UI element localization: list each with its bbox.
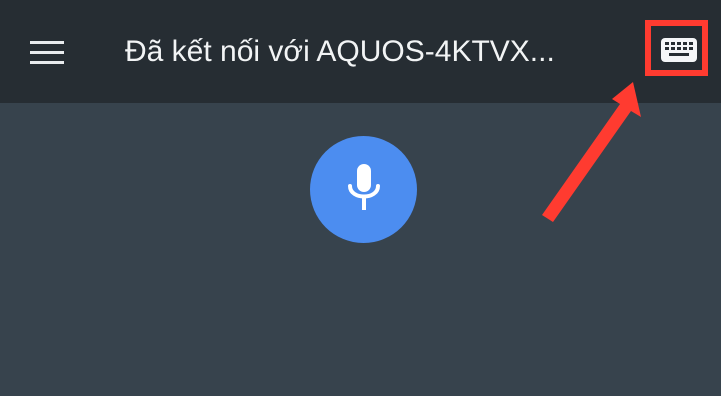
menu-icon <box>30 41 64 64</box>
keyboard-button[interactable] <box>648 22 710 78</box>
keyboard-icon <box>661 38 697 62</box>
top-app-bar: Đã kết nối với AQUOS-4KTVX... <box>0 0 721 103</box>
bottom-edge <box>0 396 721 400</box>
microphone-icon <box>347 163 380 210</box>
connection-title: Đã kết nối với AQUOS-4KTVX... <box>125 35 555 68</box>
menu-button[interactable] <box>20 26 74 80</box>
remote-screen: Đã kết nối với AQUOS-4KTVX... <box>0 0 721 400</box>
voice-search-button[interactable] <box>310 136 417 243</box>
